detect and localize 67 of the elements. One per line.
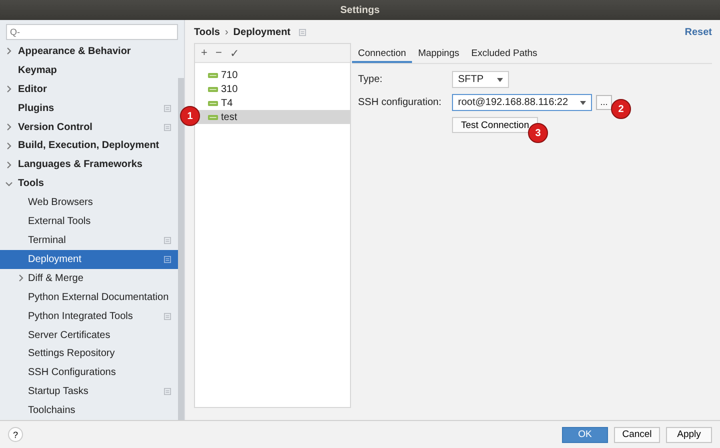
sidebar-item[interactable]: Python External Documentation [0, 288, 178, 307]
ssh-configuration-dropdown[interactable]: root@192.168.88.116:22 [452, 94, 592, 111]
sidebar-item[interactable]: SSH Configurations [0, 363, 178, 382]
chevron-icon[interactable] [5, 160, 13, 169]
server-icon [208, 86, 218, 92]
sidebar-item[interactable]: Tools [0, 174, 178, 194]
annotation-badge: 2 [611, 99, 631, 119]
chevron-icon[interactable] [5, 47, 13, 56]
chevron-icon[interactable] [5, 180, 13, 188]
breadcrumb-parent[interactable]: Tools [194, 26, 220, 38]
toolbar-button[interactable]: ✓ [226, 46, 242, 60]
scrollbar[interactable] [178, 78, 184, 420]
sidebar-item[interactable]: Build, Execution, Deployment [0, 136, 178, 156]
sidebar-item[interactable]: Server Certificates [0, 326, 178, 344]
reset-link[interactable]: Reset [684, 26, 712, 38]
search-field[interactable]: Q- [6, 24, 178, 40]
chevron-icon[interactable] [5, 142, 13, 150]
project-icon [164, 104, 171, 112]
dialog-button[interactable]: Cancel [614, 426, 660, 442]
caret-icon [497, 78, 503, 82]
dialog-button[interactable]: OK [562, 426, 608, 442]
project-icon [164, 312, 171, 320]
window-title: Settings [340, 4, 380, 16]
help-button[interactable]: ? [8, 427, 23, 442]
breadcrumb-current: Deployment [233, 26, 291, 38]
toolbar-button[interactable]: − [212, 47, 225, 59]
toolbar-button[interactable]: + [198, 47, 210, 59]
sidebar-item[interactable]: Appearance & Behavior [0, 42, 178, 61]
server-icon [208, 100, 218, 106]
server-icon [208, 114, 218, 120]
sidebar-item[interactable]: Deployment [0, 250, 178, 269]
tab[interactable]: Mappings [412, 45, 466, 63]
sidebar-item[interactable]: Web Browsers [0, 193, 178, 212]
sidebar-item[interactable]: Terminal [0, 231, 178, 250]
chevron-icon[interactable] [17, 274, 25, 282]
sidebar-item[interactable]: External Tools [0, 212, 178, 232]
project-icon [164, 124, 171, 131]
tab[interactable]: Connection [352, 45, 412, 63]
dialog-button[interactable]: Apply [666, 426, 712, 442]
project-icon [164, 388, 171, 396]
sidebar-item[interactable]: Editor [0, 80, 178, 99]
server-item[interactable]: 710 [195, 68, 350, 82]
caret-icon [580, 100, 586, 104]
chevron-icon[interactable] [5, 85, 13, 94]
annotation-badge: 3 [528, 123, 548, 143]
sidebar-item[interactable]: Plugins [0, 98, 178, 118]
sidebar-item[interactable]: Languages & Frameworks [0, 155, 178, 174]
server-icon [208, 72, 218, 78]
project-icon [164, 237, 171, 244]
sidebar-item[interactable]: Settings Repository [0, 344, 178, 364]
sidebar-item[interactable]: Version Control [0, 118, 178, 137]
sidebar-item[interactable]: Toolchains [0, 401, 178, 420]
sidebar-item[interactable]: Diff & Merge [0, 268, 178, 288]
sidebar-item[interactable]: Startup Tasks [0, 382, 178, 402]
field-label: Type: [358, 74, 384, 85]
browse-button[interactable]: ... [596, 95, 612, 110]
breadcrumb-separator: › [224, 26, 228, 38]
project-icon [298, 28, 306, 36]
sidebar-item[interactable]: Python Integrated Tools [0, 306, 178, 326]
sidebar-item[interactable]: Keymap [0, 60, 178, 80]
project-icon [164, 256, 171, 263]
type-dropdown[interactable]: SFTP [452, 71, 509, 88]
chevron-icon[interactable] [5, 123, 13, 132]
server-item[interactable]: test [195, 110, 350, 124]
field-label: SSH configuration: [358, 97, 442, 108]
server-item[interactable]: 310 [195, 82, 350, 96]
tab[interactable]: Excluded Paths [465, 45, 544, 63]
